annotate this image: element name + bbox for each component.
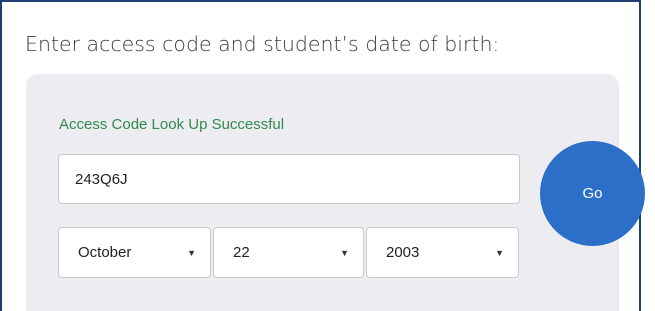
- form-heading: Enter access code and student’s date of …: [25, 32, 500, 56]
- year-select[interactable]: 2003 ▼: [366, 227, 519, 278]
- year-select-value: 2003: [386, 244, 420, 261]
- caret-down-icon: ▼: [340, 247, 349, 258]
- month-select[interactable]: October ▼: [58, 227, 211, 278]
- caret-down-icon: ▼: [187, 247, 196, 258]
- month-select-value: October: [78, 244, 132, 261]
- day-select-value: 22: [233, 244, 250, 261]
- access-code-input[interactable]: [58, 154, 520, 204]
- go-button[interactable]: Go: [540, 141, 645, 246]
- caret-down-icon: ▼: [495, 247, 504, 258]
- status-message: Access Code Look Up Successful: [59, 116, 285, 133]
- day-select[interactable]: 22 ▼: [213, 227, 364, 278]
